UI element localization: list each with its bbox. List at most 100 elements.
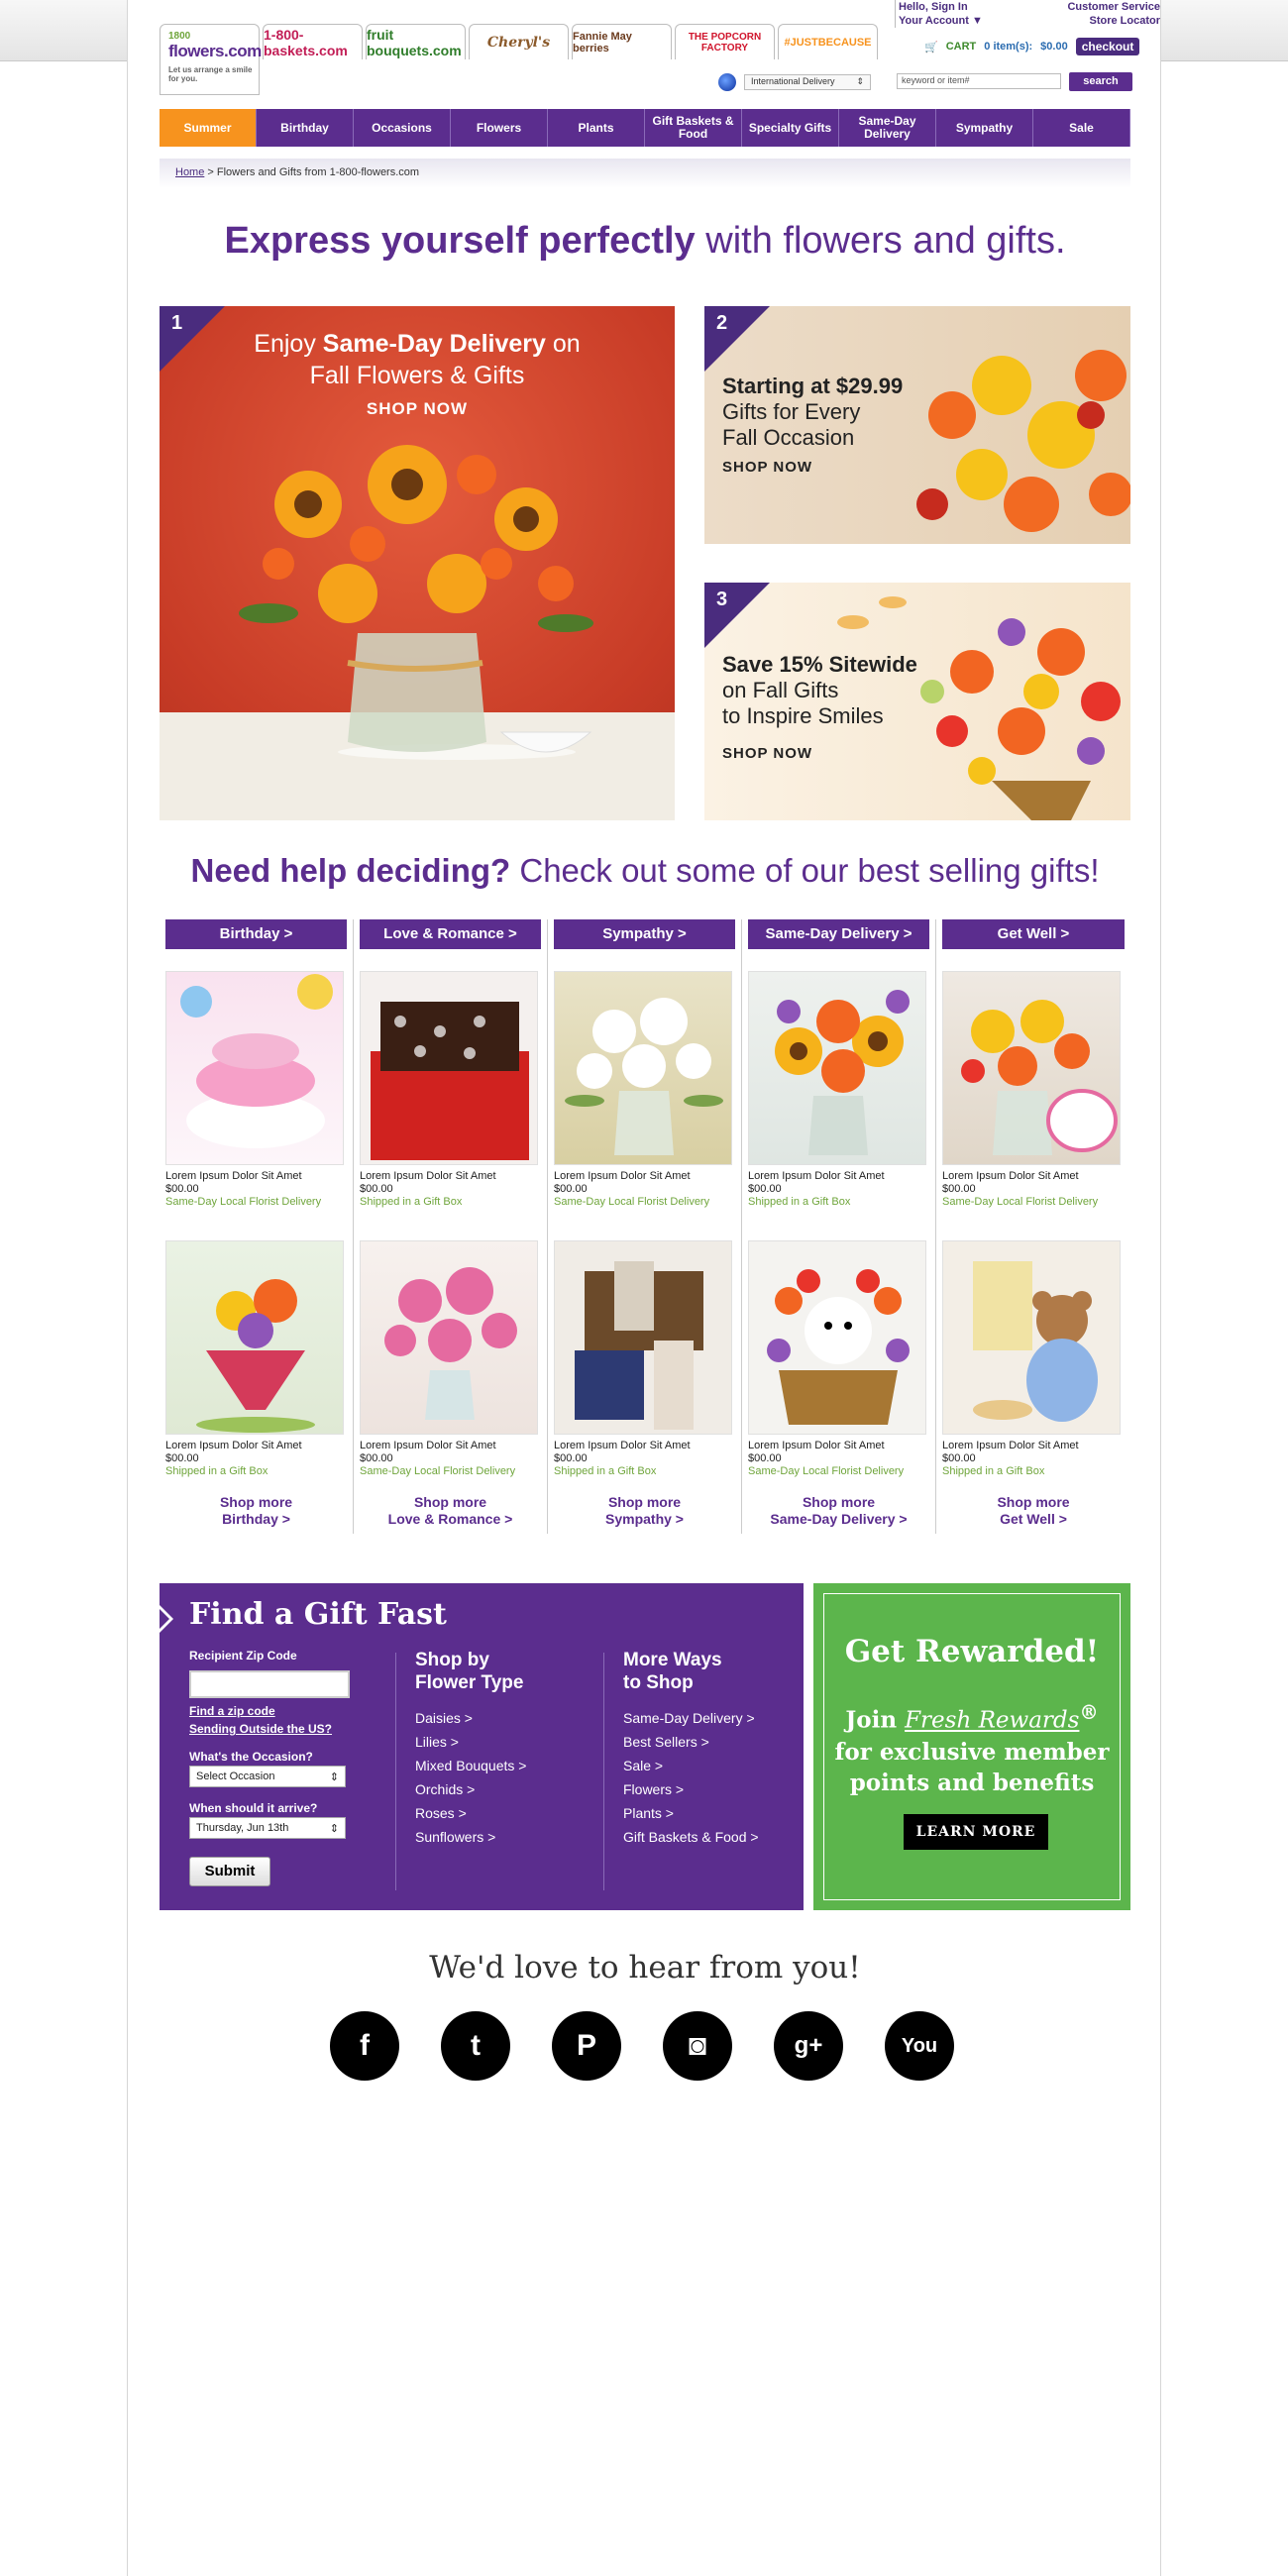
link-lilies[interactable]: Lilies > [415,1730,526,1754]
nav-summer[interactable]: Summer [160,109,257,147]
zip-code-input[interactable] [189,1670,350,1698]
checkout-button[interactable]: checkout [1075,38,1140,55]
product-name[interactable]: Lorem Ipsum Dolor Sit Amet [360,1170,541,1183]
product-name[interactable]: Lorem Ipsum Dolor Sit Amet [165,1170,347,1183]
learn-more-button[interactable]: LEARN MORE [904,1814,1048,1850]
nav-same-day-delivery[interactable]: Same-Day Delivery [839,109,936,147]
instagram-icon[interactable]: ◙ [663,2011,732,2081]
product-image[interactable] [554,1240,732,1435]
shop-more-love-romance[interactable]: Shop more Love & Romance > [354,1494,547,1528]
link-plants[interactable]: Plants > [623,1801,759,1825]
your-account-link[interactable]: Your Account ▼ [899,14,1014,28]
link-sale[interactable]: Sale > [623,1754,759,1777]
nav-specialty-gifts[interactable]: Specialty Gifts [742,109,839,147]
best-sellers-grid: Birthday > Lorem Ipsum Dolor Sit Amet $0… [160,919,1130,1534]
link-mixed-bouquets[interactable]: Mixed Bouquets > [415,1754,526,1777]
category-column-birthday: Birthday > Lorem Ipsum Dolor Sit Amet $0… [160,919,354,1534]
occasion-select[interactable]: Select Occasion ⇕ [189,1766,346,1787]
nav-occasions[interactable]: Occasions [354,109,451,147]
headline-rest: with flowers and gifts. [695,220,1066,262]
category-header-birthday[interactable]: Birthday > [165,919,347,949]
customer-service-link[interactable]: Customer Service [1016,0,1160,14]
nav-sympathy[interactable]: Sympathy [936,109,1033,147]
international-delivery-label: International Delivery [751,76,835,86]
product-name[interactable]: Lorem Ipsum Dolor Sit Amet [942,1440,1125,1452]
product-price: $00.00 [165,1452,199,1464]
link-best-sellers[interactable]: Best Sellers > [623,1730,759,1754]
category-header-get-well[interactable]: Get Well > [942,919,1125,949]
banner-save-15[interactable]: 3 Save 15% Sitewide on Fall Gifts to Ins… [704,583,1130,820]
occasion-value: Select Occasion [196,1771,275,1782]
nav-flowers[interactable]: Flowers [451,109,548,147]
product-name[interactable]: Lorem Ipsum Dolor Sit Amet [360,1440,541,1452]
product-image[interactable] [165,1240,344,1435]
brand-tab-fannie-may[interactable]: Fannie May berries [572,24,672,59]
link-orchids[interactable]: Orchids > [415,1777,526,1801]
submit-button[interactable]: Submit [189,1857,270,1886]
brand-tab-cheryls[interactable]: Cheryl's [469,24,569,59]
product-image[interactable] [942,1240,1121,1435]
category-header-sympathy[interactable]: Sympathy > [554,919,735,949]
pinterest-icon[interactable]: P [552,2011,621,2081]
product-name[interactable]: Lorem Ipsum Dolor Sit Amet [748,1440,929,1452]
link-same-day-delivery[interactable]: Same-Day Delivery > [623,1706,759,1730]
shop-more-birthday[interactable]: Shop more Birthday > [160,1494,353,1528]
shop-more-sympathy[interactable]: Shop more Sympathy > [548,1494,741,1528]
logo-1800flowers[interactable]: 1800 flowers.com Let us arrange a smile … [160,24,262,95]
nav-gift-baskets-food[interactable]: Gift Baskets & Food [645,109,742,147]
find-zip-link[interactable]: Find a zip code [189,1704,275,1718]
facebook-icon[interactable]: f [330,2011,399,2081]
globe-icon [718,73,736,91]
product-image[interactable] [748,971,926,1165]
nav-sale[interactable]: Sale [1033,109,1130,147]
youtube-icon[interactable]: You [885,2011,954,2081]
product-name[interactable]: Lorem Ipsum Dolor Sit Amet [554,1440,735,1452]
link-gift-baskets-food[interactable]: Gift Baskets & Food > [623,1825,759,1849]
link-sunflowers[interactable]: Sunflowers > [415,1825,526,1849]
international-delivery-select[interactable]: International Delivery ⇕ [744,74,871,90]
product-image[interactable] [165,971,344,1165]
twitter-icon[interactable]: t [441,2011,510,2081]
product-name[interactable]: Lorem Ipsum Dolor Sit Amet [748,1170,929,1183]
product-name[interactable]: Lorem Ipsum Dolor Sit Amet [554,1170,735,1183]
product-image[interactable] [360,1240,538,1435]
brand-tab-fruit-bouquets[interactable]: fruit bouquets.com [366,24,466,59]
cart-icon[interactable]: 🛒 [924,41,938,54]
outside-us-link[interactable]: Sending Outside the US? [189,1722,332,1736]
arrival-date-select[interactable]: Thursday, Jun 13th ⇕ [189,1817,346,1839]
brand-tab-popcorn-factory[interactable]: THE POPCORN FACTORY [675,24,775,59]
breadcrumb-home[interactable]: Home [175,166,204,178]
shop-now-link[interactable]: SHOP NOW [722,745,812,762]
nav-plants[interactable]: Plants [548,109,645,147]
product-image[interactable] [748,1240,926,1435]
link-roses[interactable]: Roses > [415,1801,526,1825]
product-price: $00.00 [942,1452,976,1464]
store-locator-link[interactable]: Store Locator [1016,14,1160,28]
product-name[interactable]: Lorem Ipsum Dolor Sit Amet [942,1170,1125,1183]
category-header-same-day[interactable]: Same-Day Delivery > [748,919,929,949]
product-name[interactable]: Lorem Ipsum Dolor Sit Amet [165,1440,347,1452]
nav-birthday[interactable]: Birthday [257,109,354,147]
banner-starting-price[interactable]: 2 Starting at $29.99 Gifts for Every Fal… [704,306,1130,544]
cart-label[interactable]: CART [946,41,977,53]
brand-tab-just-because[interactable]: #JUSTBECAUSE [778,24,878,59]
search-input[interactable]: keyword or item# [897,73,1061,89]
link-flowers[interactable]: Flowers > [623,1777,759,1801]
account-links[interactable]: Hello, Sign In Your Account ▼ [895,0,1014,28]
product-image[interactable] [554,971,732,1165]
category-header-love-romance[interactable]: Love & Romance > [360,919,541,949]
product-image[interactable] [360,971,538,1165]
google-plus-icon[interactable]: g+ [774,2011,843,2081]
product-image[interactable] [942,971,1121,1165]
brand-tab-baskets[interactable]: 1-800-baskets.com [263,24,363,59]
white-lily-arrangement-image [565,998,723,1155]
banner-same-day[interactable]: 1 Enjoy Same-Day Delivery on Fall Flowers… [160,306,675,820]
rewards-promo[interactable]: Get Rewarded! Join Fresh Rewards® for ex… [813,1583,1130,1910]
shop-more-get-well[interactable]: Shop more Get Well > [936,1494,1130,1528]
search-button[interactable]: search [1069,72,1132,91]
arrival-value: Thursday, Jun 13th [196,1822,289,1834]
link-daisies[interactable]: Daisies > [415,1706,526,1730]
shop-now-link[interactable]: SHOP NOW [722,459,812,476]
shop-more-same-day[interactable]: Shop more Same-Day Delivery > [742,1494,935,1528]
sign-in-link[interactable]: Hello, Sign In [899,0,1014,14]
